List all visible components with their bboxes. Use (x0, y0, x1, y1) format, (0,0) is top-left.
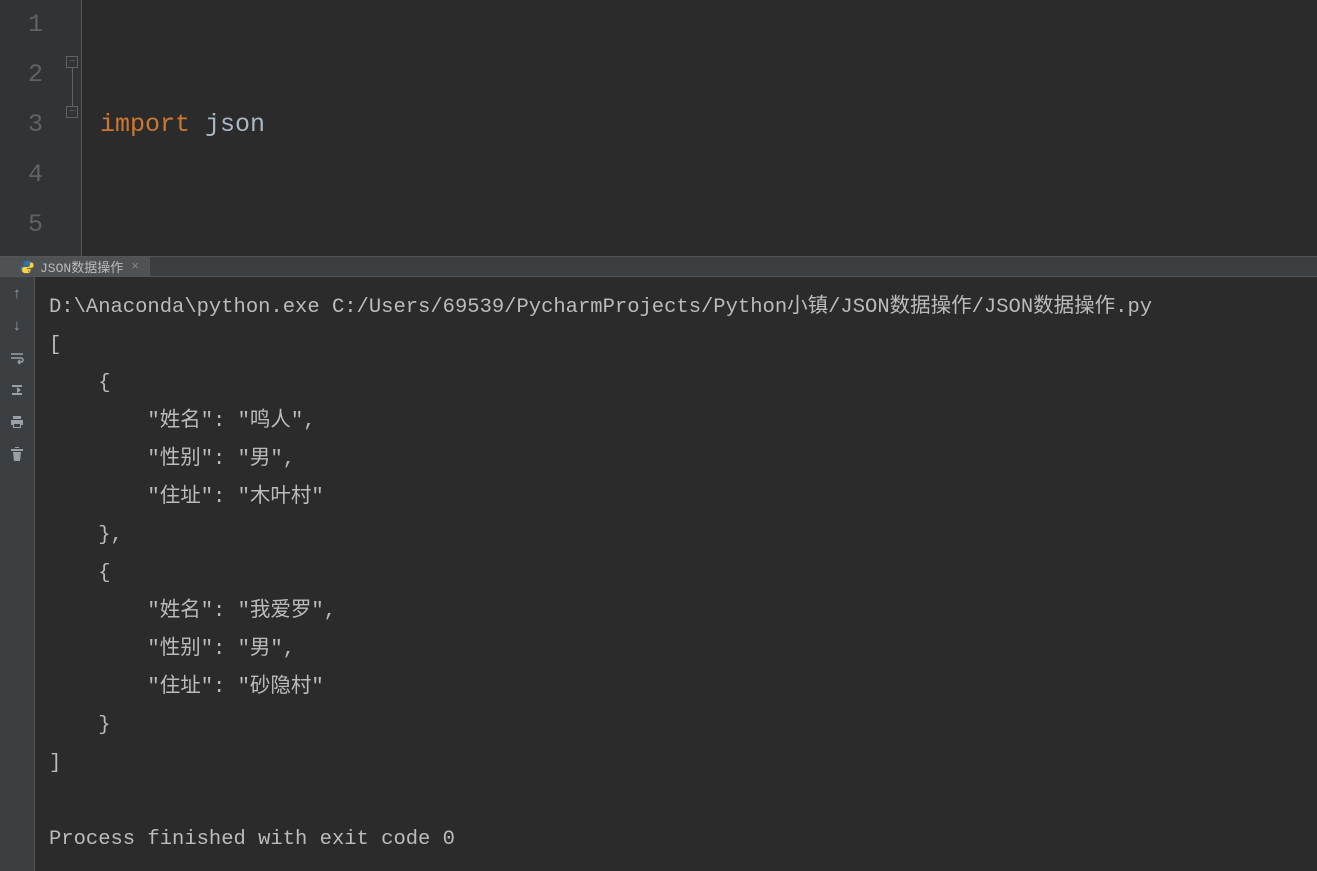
fold-indicator[interactable]: − − (65, 56, 79, 118)
soft-wrap-icon[interactable] (6, 347, 28, 369)
line-number: 1 (0, 0, 43, 50)
code-area[interactable]: import json dict_data = [{'姓名': '鸣人', '性… (82, 0, 1045, 256)
close-icon[interactable]: × (131, 259, 139, 274)
line-number: 2 (0, 50, 43, 100)
console-output[interactable]: D:\Anaconda\python.exe C:/Users/69539/Py… (35, 277, 1317, 871)
console-stdout: [ { "姓名": "鸣人", "性别": "男", "住址": "木叶村" }… (49, 334, 336, 775)
fold-collapse-icon[interactable]: − (66, 56, 78, 68)
line-number: 5 (0, 200, 43, 250)
print-icon[interactable] (6, 411, 28, 433)
gutter: 1 2 3 4 5 − − (0, 0, 82, 256)
scroll-down-icon[interactable]: ↓ (6, 315, 28, 337)
console-toolbar: ↑ ↓ (0, 277, 35, 871)
line-number: 3 (0, 100, 43, 150)
scroll-to-end-icon[interactable] (6, 379, 28, 401)
run-tab[interactable]: JSON数据操作 × (0, 257, 150, 276)
console-command: D:\Anaconda\python.exe C:/Users/69539/Py… (49, 296, 1152, 319)
run-tab-label: JSON数据操作 (40, 257, 123, 276)
console-pane: ↑ ↓ D:\Anaconda\python.exe C:/Users/6953… (0, 277, 1317, 871)
line-number: 4 (0, 150, 43, 200)
code-line[interactable]: import json (100, 100, 1045, 150)
fold-expand-icon[interactable]: − (66, 106, 78, 118)
trash-icon[interactable] (6, 443, 28, 465)
console-exit-status: Process finished with exit code 0 (49, 828, 455, 851)
scroll-up-icon[interactable]: ↑ (6, 283, 28, 305)
run-tab-bar: JSON数据操作 × (0, 256, 1317, 277)
editor-pane: 1 2 3 4 5 − − import json dict_data = [{… (0, 0, 1317, 256)
python-icon (20, 260, 34, 274)
